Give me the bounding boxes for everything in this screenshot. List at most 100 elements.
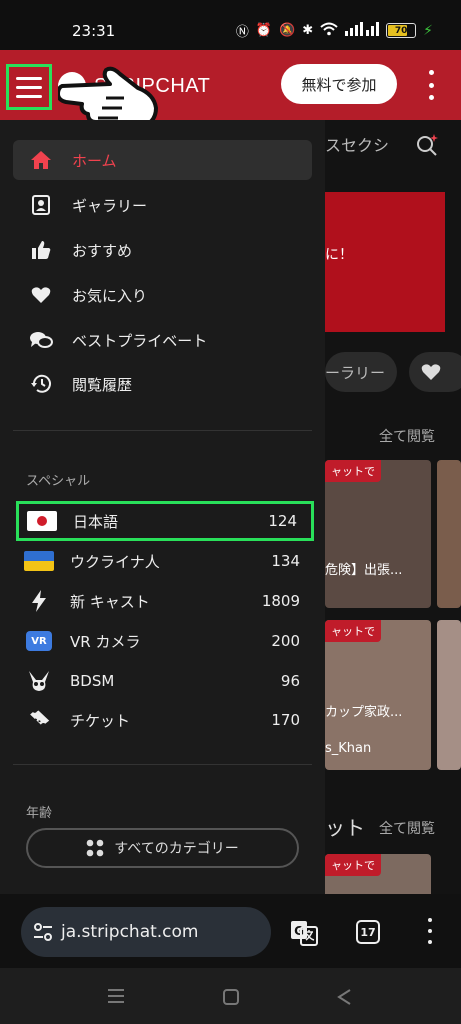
bg-stream-thumbnail[interactable]: ャットで	[325, 854, 431, 894]
nav-item-label: おすすめ	[72, 241, 133, 260]
bg-section-title: ット	[325, 816, 365, 840]
mute-icon: 🔕	[279, 23, 296, 38]
bg-thumb-tag: ャットで	[325, 620, 381, 642]
special-item-label: 日本語	[73, 512, 119, 531]
home-nav-icon[interactable]	[222, 988, 240, 1006]
bg-category-tab[interactable]: スセクシ	[325, 132, 389, 156]
thumbs-up-icon	[27, 236, 55, 264]
status-bar: 23:31 Ⓝ ⏰ 🔕 ✱ 70 ⚡	[0, 0, 461, 50]
bg-thumb-caption: カップ家政...	[325, 705, 403, 720]
chat-bubbles-icon	[27, 326, 55, 354]
special-item-count: 1809	[261, 592, 300, 610]
menu-button[interactable]	[6, 64, 52, 110]
nav-item-home[interactable]: ホーム	[13, 140, 312, 180]
alarm-icon: ⏰	[255, 23, 273, 38]
status-icons: Ⓝ ⏰ 🔕 ✱ 70 ⚡	[236, 21, 433, 40]
special-item-new-cast[interactable]: 新 キャスト 1809	[16, 581, 314, 621]
recents-icon[interactable]	[106, 988, 126, 1004]
heart-icon	[27, 281, 55, 309]
url-text: ja.stripchat.com	[61, 922, 199, 942]
special-item-japanese[interactable]: 日本語 124	[16, 501, 314, 541]
special-item-label: VR カメラ	[70, 632, 141, 651]
url-bar[interactable]: ja.stripchat.com	[21, 907, 271, 957]
bg-stream-thumbnail[interactable]: ャットで 危険】出張...	[325, 460, 431, 608]
bg-thumb-tag: ャットで	[325, 854, 381, 876]
charging-icon: ⚡	[423, 22, 433, 39]
translate-icon[interactable]: G	[290, 920, 318, 946]
nav-item-label: ホーム	[72, 151, 117, 170]
bg-thumb-name: s_Khan	[325, 741, 372, 756]
all-categories-label: すべてのカテゴリー	[114, 841, 239, 857]
status-time: 23:31	[72, 22, 116, 40]
nav-item-best-private[interactable]: ベストプライベート	[13, 320, 312, 360]
ukraine-flag-icon	[24, 550, 54, 572]
ticket-icon	[24, 709, 54, 731]
bg-thumb-caption: 危険】出張...	[325, 563, 403, 578]
browser-more-icon[interactable]	[426, 918, 434, 944]
tabs-count-button[interactable]: 17	[356, 920, 380, 944]
nav-item-label: お気に入り	[72, 286, 148, 305]
bg-thumb-tag: ャットで	[325, 460, 381, 482]
battery-level: 70	[394, 25, 408, 36]
gallery-icon	[27, 191, 55, 219]
special-item-count: 134	[271, 552, 300, 570]
search-sparkle-icon[interactable]	[415, 132, 439, 161]
bg-view-all-link[interactable]: 全て閲覧	[379, 818, 435, 838]
nav-item-label: 閲覧履歴	[72, 375, 133, 394]
hamburger-icon-line	[16, 76, 42, 80]
special-item-ticket[interactable]: チケット 170	[16, 700, 314, 740]
nav-item-gallery[interactable]: ギャラリー	[13, 185, 312, 225]
special-item-ukrainian[interactable]: ウクライナ人 134	[16, 541, 314, 581]
vr-icon: VR	[24, 630, 54, 652]
browser-toolbar: ja.stripchat.com G 17	[0, 894, 461, 968]
system-nav-bar	[0, 968, 461, 1024]
special-item-bdsm[interactable]: BDSM 96	[16, 661, 314, 701]
bg-view-all-link[interactable]: 全て閲覧	[379, 426, 435, 446]
nav-item-favorites[interactable]: お気に入り	[13, 275, 312, 315]
back-icon[interactable]	[336, 988, 352, 1006]
nav-item-label: ギャラリー	[72, 196, 148, 215]
vr-badge: VR	[26, 631, 52, 651]
home-icon	[27, 146, 55, 174]
bg-stream-thumbnail[interactable]	[437, 620, 461, 770]
special-item-label: ウクライナ人	[70, 552, 160, 571]
nav-item-history[interactable]: 閲覧履歴	[13, 364, 312, 404]
nfc-icon: Ⓝ	[235, 25, 249, 40]
bg-stream-thumbnail[interactable]	[437, 460, 461, 608]
bg-stream-thumbnail[interactable]: ャットで カップ家政... s_Khan	[325, 620, 431, 770]
drawer-divider	[13, 430, 312, 431]
bluetooth-icon: ✱	[302, 23, 314, 38]
all-categories-button[interactable]: すべてのカテゴリー	[26, 828, 299, 868]
bg-promo-banner[interactable]: に！	[325, 192, 445, 332]
nav-item-label: ベストプライベート	[72, 331, 208, 350]
join-free-button[interactable]: 無料で参加	[281, 64, 397, 104]
battery-icon: 70	[386, 23, 417, 38]
japan-flag-icon	[27, 510, 57, 532]
wifi-icon	[320, 22, 338, 40]
bg-heart-chip[interactable]	[409, 352, 461, 392]
background-page: スセクシ に！ ーラリー 全て閲覧 ャットで 危険】出張... ャットで カップ…	[325, 120, 461, 894]
special-item-count: 170	[271, 711, 300, 729]
special-item-label: 新 キャスト	[70, 592, 150, 611]
history-icon	[27, 370, 55, 398]
special-section-title: スペシャル	[26, 474, 91, 489]
special-item-label: チケット	[70, 711, 131, 730]
hamburger-icon-line	[16, 94, 42, 98]
grid-icon	[86, 839, 104, 857]
hamburger-icon-line	[16, 85, 42, 89]
bg-filter-chip[interactable]: ーラリー	[325, 352, 397, 392]
site-settings-icon[interactable]	[33, 923, 53, 941]
nav-item-recommended[interactable]: おすすめ	[13, 230, 312, 270]
special-item-vr-camera[interactable]: VR VR カメラ 200	[16, 621, 314, 661]
lightning-icon	[24, 590, 54, 612]
signal-icon	[345, 21, 380, 40]
special-item-count: 124	[268, 512, 297, 530]
header-more-icon[interactable]	[424, 70, 438, 100]
special-item-count: 96	[280, 672, 300, 690]
drawer-divider	[13, 764, 312, 765]
bunny-mask-icon	[24, 670, 54, 692]
age-section-title: 年齢	[26, 806, 53, 821]
special-item-label: BDSM	[70, 672, 115, 690]
special-item-count: 200	[271, 632, 300, 650]
bg-banner-text: に！	[325, 247, 353, 263]
